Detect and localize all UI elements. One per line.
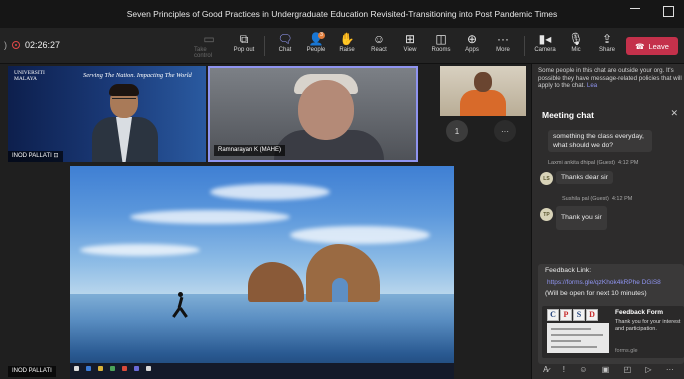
cpsd-logo: C P S D — [547, 309, 598, 321]
raise-hand-button[interactable]: ✋ Raise — [332, 32, 362, 60]
rooms-button[interactable]: ◫ Rooms — [426, 32, 456, 60]
slide-tagline: Serving The Nation. Impacting The World — [83, 72, 192, 79]
feedback-link[interactable]: https://forms.gle/qzKhok4kRPhe DGiS8 — [547, 279, 681, 286]
timer-text: 02:26:27 — [25, 40, 61, 50]
toolbar-divider — [524, 36, 525, 56]
pop-out-button[interactable]: ⧉ Pop out — [229, 32, 259, 60]
feedback-message: Feedback Link: https://forms.gle/qzKhok4… — [538, 264, 684, 364]
more-icon: ··· — [501, 126, 509, 136]
learn-more-link[interactable]: Lea — [587, 82, 597, 89]
form-thumbnail — [547, 323, 609, 353]
view-grid-icon: ⊞ — [404, 32, 416, 46]
external-org-notice: Some people in this chat are outside you… — [538, 67, 682, 89]
people-button[interactable]: 👤 3 People — [301, 32, 331, 60]
recording-timer: ) 02:26:27 — [4, 40, 61, 50]
mic-button[interactable]: 🎙 Mic — [561, 32, 591, 60]
more-icon: ··· — [497, 32, 509, 46]
feedback-note: (Will be open for next 10 minutes) — [545, 290, 647, 297]
participant-video — [298, 80, 354, 140]
minimize-button[interactable] — [630, 8, 640, 9]
rooms-icon: ◫ — [435, 32, 447, 46]
avatar: TP — [540, 208, 553, 221]
chat-button[interactable]: 🗨 Chat — [270, 32, 300, 60]
toolbar-divider — [264, 36, 265, 56]
priority-icon[interactable]: ! — [563, 365, 565, 374]
screen-share — [70, 166, 454, 379]
chat-icon: 🗨 — [277, 32, 293, 46]
message-meta: Laxmi ankita dhipal (Guest) 4:12 PM — [548, 160, 639, 166]
slide-logo: UNIVERSITI MALAYA — [14, 70, 45, 82]
card-title: Feedback Form — [615, 309, 664, 316]
apps-icon: ⊕ — [466, 32, 478, 46]
react-icon: ☺ — [372, 32, 386, 46]
more-participants-button[interactable]: ··· — [494, 120, 516, 142]
recording-icon — [12, 41, 20, 49]
participant-video — [474, 72, 492, 92]
chat-message: something the class everyday, what shoul… — [548, 130, 652, 152]
hand-pointer-icon: ▭ — [203, 32, 215, 46]
self-view-tile[interactable] — [440, 66, 526, 116]
meeting-chat-pane: Some people in this chat are outside you… — [531, 64, 684, 379]
camera-button[interactable]: ▮◂ Camera — [530, 32, 560, 60]
emoji-icon[interactable]: ☺ — [579, 365, 587, 374]
apps-button[interactable]: ⊕ Apps — [457, 32, 487, 60]
share-icon: ⇪ — [601, 32, 613, 46]
more-icon[interactable]: ··· — [666, 365, 674, 374]
avatar: LS — [540, 172, 553, 185]
camera-icon: ▮◂ — [538, 32, 552, 46]
leave-button[interactable]: ☎ Leave — [626, 37, 678, 55]
send-icon[interactable]: ▷ — [645, 365, 651, 374]
meeting-stage: UNIVERSITI MALAYA Serving The Nation. Im… — [0, 64, 531, 379]
link-preview-card[interactable]: C P S D Feedback Form Thank you for your… — [542, 306, 684, 358]
share-button[interactable]: ⇪ Share — [592, 32, 622, 60]
shared-taskbar — [70, 363, 454, 379]
card-description: Thank you for your interest and particip… — [615, 319, 681, 332]
people-badge: 3 — [318, 32, 325, 39]
react-button[interactable]: ☺ React — [364, 32, 394, 60]
mic-icon: 🎙 — [568, 32, 584, 46]
phone-hangup-icon: ☎ — [635, 41, 645, 51]
chat-message: Thanks dear sir — [556, 171, 613, 184]
meeting-toolbar: ) 02:26:27 ▭ Take control ⧉ Pop out 🗨 Ch… — [0, 28, 684, 64]
participant-avatar[interactable]: 1 — [446, 120, 468, 142]
participant-tile[interactable]: UNIVERSITI MALAYA Serving The Nation. Im… — [8, 66, 206, 162]
gif-icon[interactable]: ▣ — [602, 365, 610, 374]
participant-name: INOD PALLATI ⊡ — [8, 151, 63, 162]
message-meta: Sushila pal (Guest) 4:12 PM — [562, 196, 633, 202]
participant-tile-active[interactable]: Ramnarayan K (MAHE) — [208, 66, 418, 162]
chat-message: Thank you sir — [556, 206, 607, 230]
pin-icon: ⊡ — [53, 153, 59, 159]
participant-name: Ramnarayan K (MAHE) — [214, 145, 286, 156]
runner-figure — [172, 292, 188, 318]
popout-icon: ⧉ — [239, 32, 249, 46]
raise-hand-icon: ✋ — [339, 32, 355, 46]
participant-video — [90, 84, 160, 162]
view-button[interactable]: ⊞ View — [395, 32, 425, 60]
format-icon[interactable]: A̷ — [543, 365, 548, 374]
more-button[interactable]: ··· More — [488, 32, 518, 60]
take-control-button[interactable]: ▭ Take control — [194, 32, 224, 60]
sticker-icon[interactable]: ◰ — [624, 365, 632, 374]
close-icon[interactable]: ✕ — [670, 108, 678, 119]
avatar-initials: 1 — [454, 126, 460, 136]
chat-title: Meeting chat — [542, 110, 594, 120]
window-title: Seven Principles of Good Practices in Un… — [126, 9, 558, 19]
maximize-button[interactable] — [663, 6, 674, 17]
compose-toolbar: A̷ ! ☺ ▣ ◰ ▷ ··· — [532, 360, 684, 379]
card-domain: forms.gle — [615, 348, 638, 354]
window-titlebar: Seven Principles of Good Practices in Un… — [0, 0, 684, 28]
screen-share-presenter-name: INOD PALLATI — [8, 366, 56, 377]
feedback-label: Feedback Link: — [545, 267, 592, 274]
